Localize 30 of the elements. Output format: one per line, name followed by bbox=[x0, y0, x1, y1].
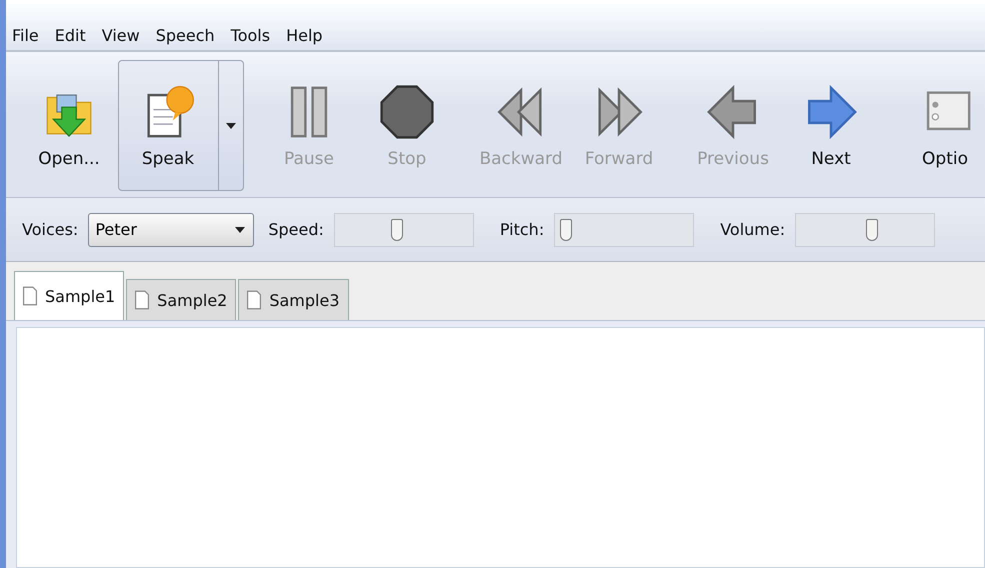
menu-item[interactable]: Help bbox=[286, 26, 323, 44]
open-button[interactable]: Open... bbox=[20, 60, 118, 191]
voices-dropdown[interactable]: Peter bbox=[88, 212, 254, 246]
slider-track[interactable] bbox=[795, 212, 936, 246]
menu-item[interactable]: Tools bbox=[230, 26, 270, 44]
slider-label: Volume: bbox=[720, 220, 786, 239]
menu-item[interactable]: View bbox=[102, 26, 140, 44]
speak-button[interactable]: Speak bbox=[118, 60, 244, 191]
slider-thumb[interactable] bbox=[866, 218, 878, 240]
document-tab[interactable]: Sample3 bbox=[238, 279, 349, 320]
options-button[interactable]: Optio bbox=[896, 60, 985, 191]
slider-track[interactable] bbox=[554, 212, 694, 246]
document-tab[interactable]: Sample2 bbox=[126, 279, 236, 320]
slider-track[interactable] bbox=[334, 212, 474, 246]
slider-thumb[interactable] bbox=[390, 218, 403, 240]
voices-label: Voices: bbox=[22, 220, 78, 239]
menu-item[interactable]: File bbox=[12, 26, 39, 44]
caret-icon bbox=[235, 226, 246, 232]
document-icon bbox=[135, 290, 150, 310]
slider-label: Pitch: bbox=[500, 220, 544, 239]
stop-icon bbox=[378, 82, 436, 140]
slider-thumb[interactable] bbox=[560, 218, 572, 240]
document-tab[interactable]: Sample1 bbox=[14, 271, 124, 320]
document-icon bbox=[247, 290, 262, 310]
document-icon bbox=[23, 286, 37, 306]
slider-label: Speed: bbox=[268, 220, 324, 239]
caret-icon bbox=[226, 122, 236, 128]
menu-item[interactable]: Edit bbox=[54, 26, 86, 44]
menu-item[interactable]: Speech bbox=[156, 26, 215, 44]
next-button[interactable]: Next bbox=[782, 60, 880, 191]
